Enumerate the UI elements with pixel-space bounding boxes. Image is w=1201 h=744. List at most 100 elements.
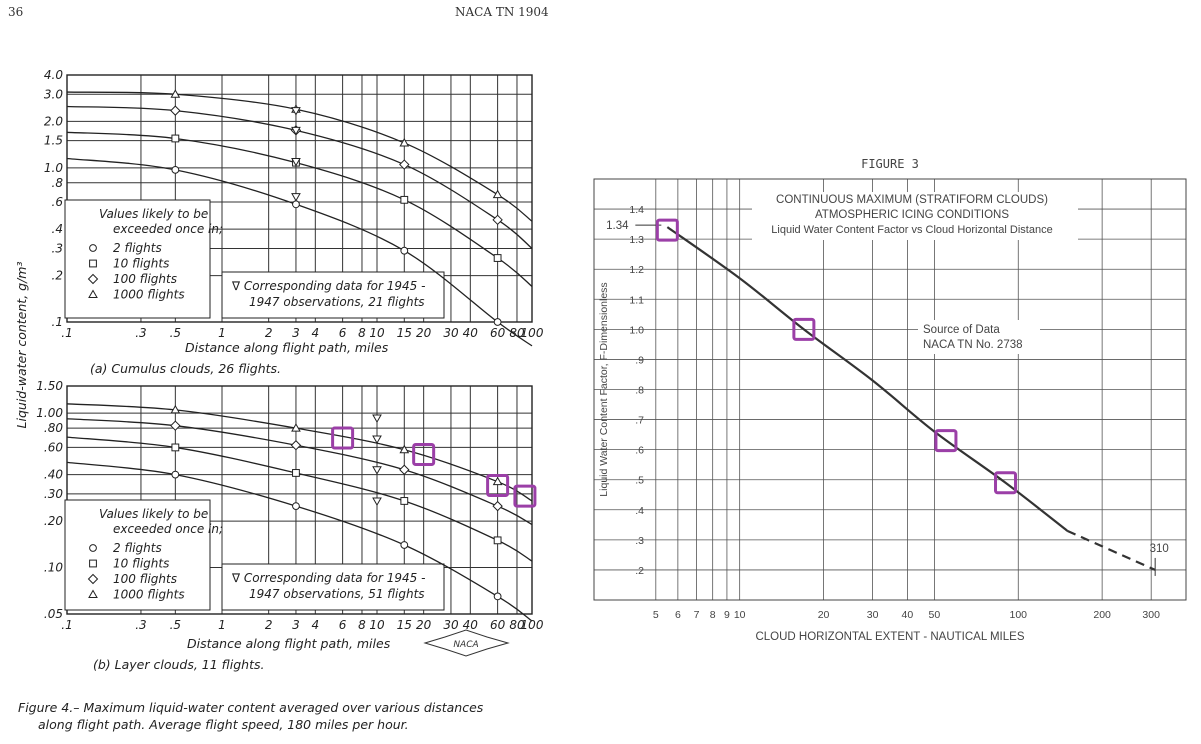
figure-canvas: 3 6 NACA TN 1904 Liquid-water content, g/… (8, 5, 1187, 732)
y-tick-label: .6 (52, 195, 64, 209)
data-point (400, 497, 409, 505)
x-tick-label: 30 (443, 618, 459, 632)
y-tick-label: 1.50 (36, 379, 63, 393)
x-tick-label: 15 (397, 618, 412, 632)
x-tick-label: 10 (369, 326, 385, 340)
data-point (492, 189, 503, 199)
data-point (292, 469, 300, 477)
legend-title-line2: exceeded once in; (113, 222, 223, 236)
x-tick-label: 30 (867, 609, 879, 621)
y-tick-label: 1.0 (629, 324, 644, 336)
x-tick-label: 8 (358, 326, 366, 340)
y-tick-label: 3.0 (44, 87, 63, 101)
data-point (170, 105, 181, 116)
x-tick-label: 100 (521, 326, 544, 340)
left-y-axis-label: Liquid-water content, g/m³ (14, 262, 29, 429)
report-id: NACA TN 1904 (455, 5, 549, 19)
x-tick-label: 100 (1010, 609, 1028, 621)
data-point (290, 440, 302, 451)
legend-marker (89, 244, 97, 252)
data-point (171, 134, 180, 143)
x-tick-label: 100 (521, 618, 544, 632)
x-tick-label: .3 (135, 326, 146, 340)
data-point (492, 214, 503, 226)
x-tick-label: 1 (218, 618, 226, 632)
x-tick-label: 8 (710, 609, 716, 621)
y-tick-label: 1.2 (629, 264, 644, 276)
y-tick-label: .4 (52, 222, 63, 236)
note-line2: 1947 observations, 21 flights (249, 295, 425, 309)
cumulus-x-label: Distance along flight path, miles (185, 340, 389, 355)
x-tick-label: .5 (170, 326, 181, 340)
y-tick-label: 1.00 (36, 406, 63, 420)
highlight-marker (655, 218, 679, 242)
y-tick-label: .2 (52, 269, 63, 283)
data-point (492, 500, 503, 512)
x-axis-label: CLOUD HORIZONTAL EXTENT - NAUTICAL MILES (755, 631, 1024, 643)
end-label: 310 (1150, 543, 1169, 555)
x-tick-label: .3 (135, 618, 146, 632)
data-point (493, 254, 502, 262)
x-tick-label: 60 (490, 618, 506, 632)
legend-label: 100 flights (113, 272, 177, 286)
x-tick-label: 30 (443, 326, 459, 340)
observation-point (372, 466, 382, 475)
y-tick-label: .3 (635, 535, 644, 547)
layer-title: (b) Layer clouds, 11 flights. (93, 657, 264, 672)
observation-point (372, 435, 382, 445)
observation-point (372, 414, 382, 424)
data-point (170, 420, 181, 431)
layer-chart: .1.3.5 1 2 3 4 6 8 10 15 20 30 40 60 80100.05.10.20.3… (36, 379, 544, 632)
data-point (493, 536, 502, 545)
data-point (171, 470, 180, 479)
legend-label: 10 flights (113, 257, 169, 271)
y-tick-label: .8 (52, 176, 64, 190)
source-line2: NACA TN No. 2738 (923, 339, 1023, 351)
x-tick-label: 8 (358, 618, 366, 632)
x-tick-label: 3 (292, 618, 300, 632)
series-line (66, 403, 533, 502)
x-tick-label: 300 (1142, 609, 1160, 621)
y-tick-label: 1.5 (44, 134, 63, 148)
x-tick-label: 9 (724, 609, 730, 621)
x-tick-label: 40 (463, 326, 479, 340)
data-point (292, 200, 300, 209)
x-tick-label: 20 (416, 618, 432, 632)
legend-label: 2 flights (113, 241, 162, 255)
data-point (292, 502, 300, 511)
observation-point (291, 193, 301, 202)
x-tick-label: .5 (170, 618, 181, 632)
figure-caption-line2: along flight path. Average flight speed,… (38, 717, 409, 732)
figure3-label: FIGURE 3 (861, 157, 919, 171)
data-point (400, 195, 409, 204)
y-tick-label: .10 (44, 561, 63, 575)
layer-x-label: Distance along flight path, miles (187, 636, 391, 651)
x-tick-label: 4 (311, 618, 319, 632)
legend-marker (89, 544, 97, 552)
data-point (400, 246, 409, 255)
y-tick-label: .20 (44, 514, 63, 528)
x-tick-label: 1 (218, 326, 226, 340)
x-tick-label: 6 (339, 618, 347, 632)
x-tick-label: 10 (734, 609, 746, 621)
y-tick-label: .7 (635, 415, 644, 427)
data-point (400, 541, 409, 549)
y-tick-label: .60 (44, 440, 63, 454)
y-tick-label: 4.0 (44, 68, 63, 82)
legend-title-line1: Values likely to be (99, 507, 208, 521)
series-line (666, 226, 1069, 532)
note-line1: ∇ Corresponding data for 1945 - (231, 571, 425, 585)
y-tick-label: 2.0 (44, 114, 63, 128)
legend-title-line1: Values likely to be (99, 207, 208, 221)
series-line (1066, 529, 1156, 571)
y-tick-label: .4 (635, 505, 644, 517)
x-tick-label: 7 (694, 609, 700, 621)
legend-label: 2 flights (113, 541, 162, 555)
legend-label: 10 flights (113, 557, 169, 571)
y-tick-label: .9 (635, 354, 644, 366)
data-point (493, 318, 502, 326)
chart-title-line: Liquid Water Content Factor vs Cloud Hor… (771, 224, 1052, 236)
x-tick-label: 2 (265, 326, 273, 340)
x-tick-label: 40 (902, 609, 914, 621)
figure3-chart: FIGURE 3 5 6 7 8 9 10 20 30 40 50 100 200 300 .2 .3 .4 .5… (593, 157, 1187, 643)
